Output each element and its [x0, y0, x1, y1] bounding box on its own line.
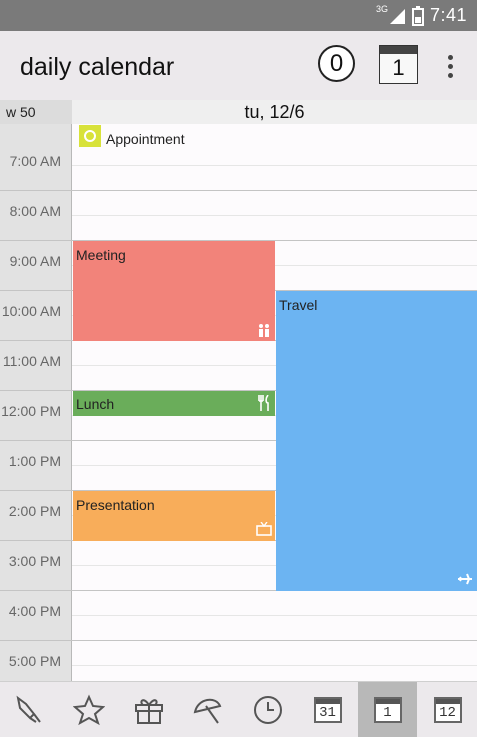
event-count: 0: [329, 49, 344, 77]
month-view-button[interactable]: 31: [298, 682, 357, 737]
hour-label: 10:00 AM: [1, 303, 61, 319]
airplane-icon: [458, 573, 472, 585]
star-icon: [72, 694, 105, 725]
event-label: Lunch: [76, 396, 115, 412]
day-view-icon: 1: [373, 696, 402, 723]
half-hour-line: [72, 165, 477, 166]
fork-knife-icon: [258, 395, 269, 411]
hour-label: 9:00 AM: [9, 253, 61, 269]
date-header: w 50 tu, 12/6: [0, 100, 477, 125]
status-bar: 3G 7:41: [0, 0, 477, 31]
half-hour-line: [72, 215, 477, 216]
today-number: 1: [392, 55, 405, 80]
event-label: Presentation: [76, 497, 155, 513]
hour-label: 2:00 PM: [8, 503, 61, 519]
network-type: 3G: [375, 3, 388, 14]
clock-icon: [253, 695, 282, 724]
event-count-button[interactable]: 0: [318, 45, 355, 82]
hour-label: 12:00 PM: [1, 403, 61, 419]
hour-label: 4:00 PM: [8, 603, 61, 619]
half-hour-line: [72, 665, 477, 666]
people-icon: [259, 324, 269, 337]
hour-label: 3:00 PM: [8, 553, 61, 569]
calendar-top-bar: [380, 46, 417, 54]
year-view-icon: 12: [433, 696, 462, 723]
day-date[interactable]: tu, 12/6: [72, 100, 477, 124]
hour-label: 8:00 AM: [9, 203, 61, 219]
today-button[interactable]: 1: [379, 45, 418, 84]
event-travel[interactable]: Travel: [276, 291, 477, 591]
event-lunch[interactable]: Lunch: [73, 391, 275, 416]
battery-icon: [411, 5, 424, 26]
gift-icon: [134, 698, 163, 724]
month-view-icon: 31: [313, 696, 342, 723]
hour-label: 5:00 PM: [8, 653, 61, 669]
hour-line: [0, 190, 477, 191]
hour-label: 11:00 AM: [2, 353, 61, 369]
event-presentation[interactable]: Presentation: [73, 491, 275, 541]
hour-label: 7:00 AM: [9, 153, 61, 169]
app-title: daily calendar: [20, 53, 175, 81]
overflow-menu-icon[interactable]: [440, 52, 460, 80]
umbrella-icon: [193, 698, 221, 724]
hour-label: 1:00 PM: [8, 453, 61, 469]
appointment-clock-icon: [79, 125, 101, 147]
pen-button[interactable]: [0, 682, 59, 737]
event-meeting[interactable]: Meeting: [73, 241, 275, 341]
umbrella-button[interactable]: [178, 682, 237, 737]
star-button[interactable]: [59, 682, 118, 737]
event-label: Meeting: [76, 247, 126, 263]
year-view-button[interactable]: 12: [418, 682, 477, 737]
clock-button[interactable]: [238, 682, 297, 737]
signal-icon: [389, 8, 405, 24]
hour-line: [0, 640, 477, 641]
gift-button[interactable]: [119, 682, 178, 737]
half-hour-line: [72, 615, 477, 616]
tv-icon: [256, 522, 272, 536]
day-grid[interactable]: 7:00 AM 8:00 AM 9:00 AM 10:00 AM 11:00 A…: [0, 124, 477, 681]
day-view-button[interactable]: 1: [358, 682, 417, 737]
bottom-nav: 31 1 12: [0, 681, 477, 737]
pen-icon: [16, 695, 41, 723]
clock-time: 7:41: [429, 5, 467, 25]
event-label: Travel: [279, 297, 318, 313]
week-number: w 50: [0, 100, 72, 124]
appointment-label[interactable]: Appointment: [106, 131, 185, 147]
